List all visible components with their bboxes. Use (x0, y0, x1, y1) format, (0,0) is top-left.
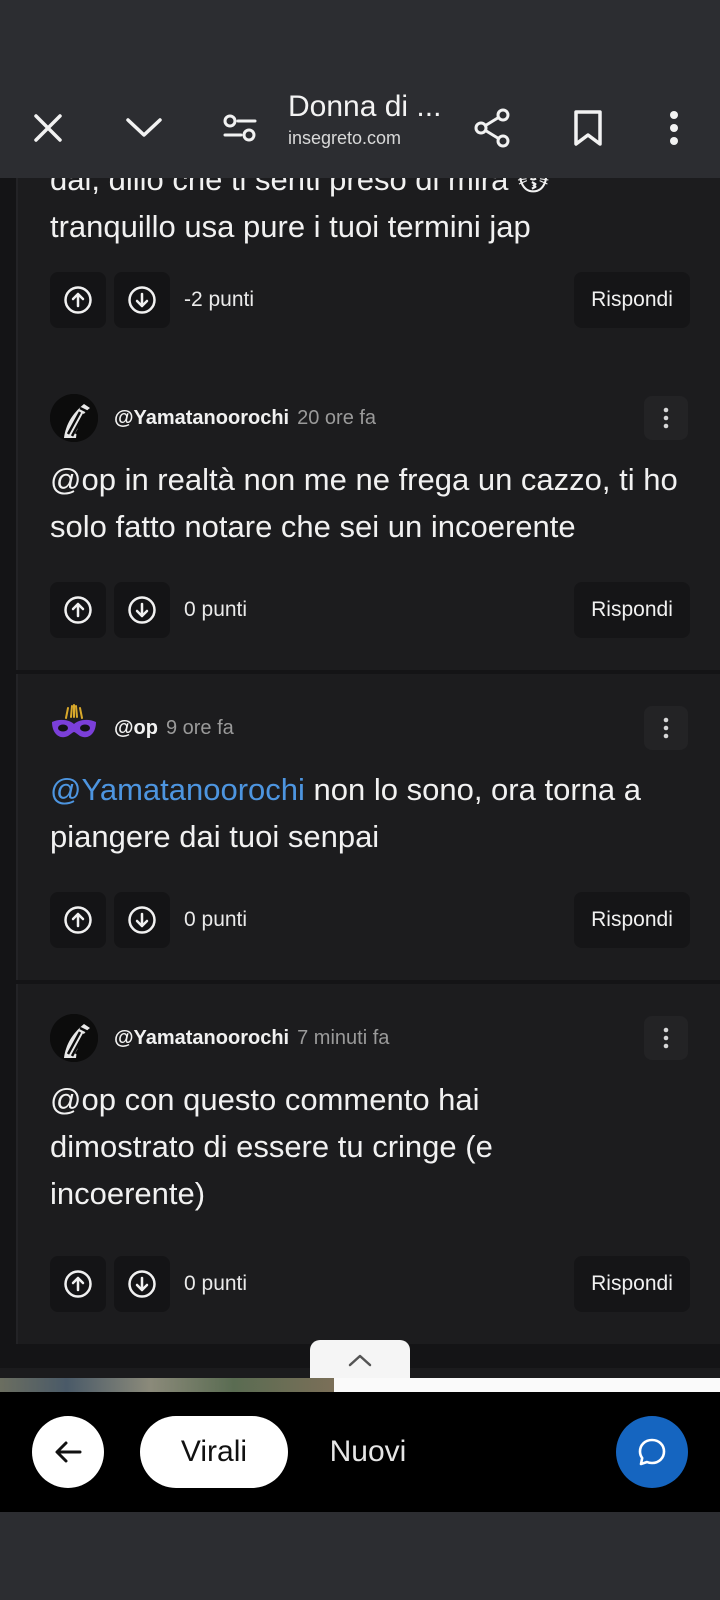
comment-actions: 0 punti Rispondi (50, 1256, 690, 1312)
bookmark-icon[interactable] (560, 100, 616, 156)
more-vert-icon (663, 717, 669, 739)
comment-text-line: tranquillo usa pure i tuoi termini jap (50, 209, 531, 244)
reply-button[interactable]: Rispondi (574, 1256, 690, 1312)
downvote-button[interactable] (114, 582, 170, 638)
comment-username[interactable]: @op (114, 717, 158, 740)
tab-virali[interactable]: Virali (140, 1416, 288, 1488)
chevron-down-icon[interactable] (116, 100, 172, 156)
mask-avatar[interactable] (50, 704, 98, 752)
bottom-nav: Virali Nuovi (0, 1392, 720, 1512)
reply-button[interactable]: Rispondi (574, 582, 690, 638)
upvote-button[interactable] (50, 892, 106, 948)
comment-text: @op con questo commento hai dimostrato d… (50, 1082, 493, 1211)
comment-text: @op in realtà non me ne frega un cazzo, … (50, 462, 678, 544)
chevron-up-icon (348, 1354, 372, 1367)
downvote-icon (128, 286, 156, 314)
downvote-button[interactable] (114, 1256, 170, 1312)
comments-feed[interactable]: dai, dillo che ti senti preso di mira 😽 … (0, 178, 720, 1368)
comment-menu-button[interactable] (644, 706, 688, 750)
comment-points: -2 punti (184, 288, 255, 311)
share-icon[interactable] (464, 100, 520, 156)
upvote-icon (64, 1270, 92, 1298)
mention-link[interactable]: @Yamatanoorochi (50, 772, 305, 807)
comment-meta: @op 9 ore fa (50, 704, 234, 752)
more-vert-icon[interactable] (646, 100, 702, 156)
reply-button[interactable]: Rispondi (574, 272, 690, 328)
downvote-icon (128, 1270, 156, 1298)
comment-actions: 0 punti Rispondi (50, 892, 690, 948)
more-vert-icon (663, 407, 669, 429)
comment-card: @op 9 ore fa @Yamatanoorochi non lo sono… (16, 674, 720, 980)
comment-actions: -2 punti Rispondi (50, 272, 690, 328)
zebra-avatar[interactable] (50, 1014, 98, 1062)
reply-button[interactable]: Rispondi (574, 892, 690, 948)
browser-toolbar: Donna di ... insegreto.com (0, 78, 720, 178)
chat-icon (638, 1438, 666, 1466)
comment-meta: @Yamatanoorochi 7 minuti fa (50, 1014, 389, 1062)
comment-text-line: dai, dillo che ti senti preso di mira 😽 (50, 178, 550, 197)
tab-nuovi[interactable]: Nuovi (308, 1416, 428, 1488)
comment-menu-button[interactable] (644, 1016, 688, 1060)
more-vert-icon (663, 1027, 669, 1049)
downvote-button[interactable] (114, 272, 170, 328)
downvote-icon (128, 596, 156, 624)
close-icon[interactable] (20, 100, 76, 156)
zebra-avatar[interactable] (50, 394, 98, 442)
comment-points: 0 punti (184, 1272, 248, 1295)
ad-image (0, 1378, 334, 1392)
upvote-button[interactable] (50, 272, 106, 328)
comment-username[interactable]: @Yamatanoorochi (114, 407, 289, 430)
comment-text: @Yamatanoorochi non lo sono, ora torna a… (50, 766, 700, 860)
comment-time: 20 ore fa (297, 406, 377, 429)
arrow-left-icon (55, 1441, 82, 1463)
upvote-icon (64, 596, 92, 624)
filter-icon[interactable] (212, 100, 268, 156)
comment-card: @Yamatanoorochi 7 minuti fa @op con ques… (16, 984, 720, 1344)
back-button[interactable] (32, 1416, 104, 1488)
comment-card: @Yamatanoorochi 20 ore fa @op in realtà … (16, 364, 720, 670)
page-title-block[interactable]: Donna di ... insegreto.com (288, 88, 448, 149)
comment-points: 0 punti (184, 908, 248, 931)
new-comment-button[interactable] (616, 1416, 688, 1488)
upvote-icon (64, 906, 92, 934)
system-nav-bar (0, 1512, 720, 1600)
upvote-icon (64, 286, 92, 314)
comment-actions: 0 punti Rispondi (50, 582, 690, 638)
comment-menu-button[interactable] (644, 396, 688, 440)
scroll-to-top-button[interactable] (310, 1340, 410, 1380)
comment-time: 9 ore fa (165, 716, 234, 739)
page-title: Donna di ... (288, 90, 442, 123)
ad-banner[interactable] (0, 1378, 720, 1392)
comment-points: 0 punti (184, 598, 248, 621)
comment-username[interactable]: @Yamatanoorochi (114, 1027, 289, 1050)
comment-time: 7 minuti fa (297, 1026, 390, 1049)
page-domain: insegreto.com (288, 127, 402, 148)
upvote-button[interactable] (50, 1256, 106, 1312)
downvote-button[interactable] (114, 892, 170, 948)
comment-meta: @Yamatanoorochi 20 ore fa (50, 394, 376, 442)
downvote-icon (128, 906, 156, 934)
status-bar (0, 0, 720, 78)
upvote-button[interactable] (50, 582, 106, 638)
